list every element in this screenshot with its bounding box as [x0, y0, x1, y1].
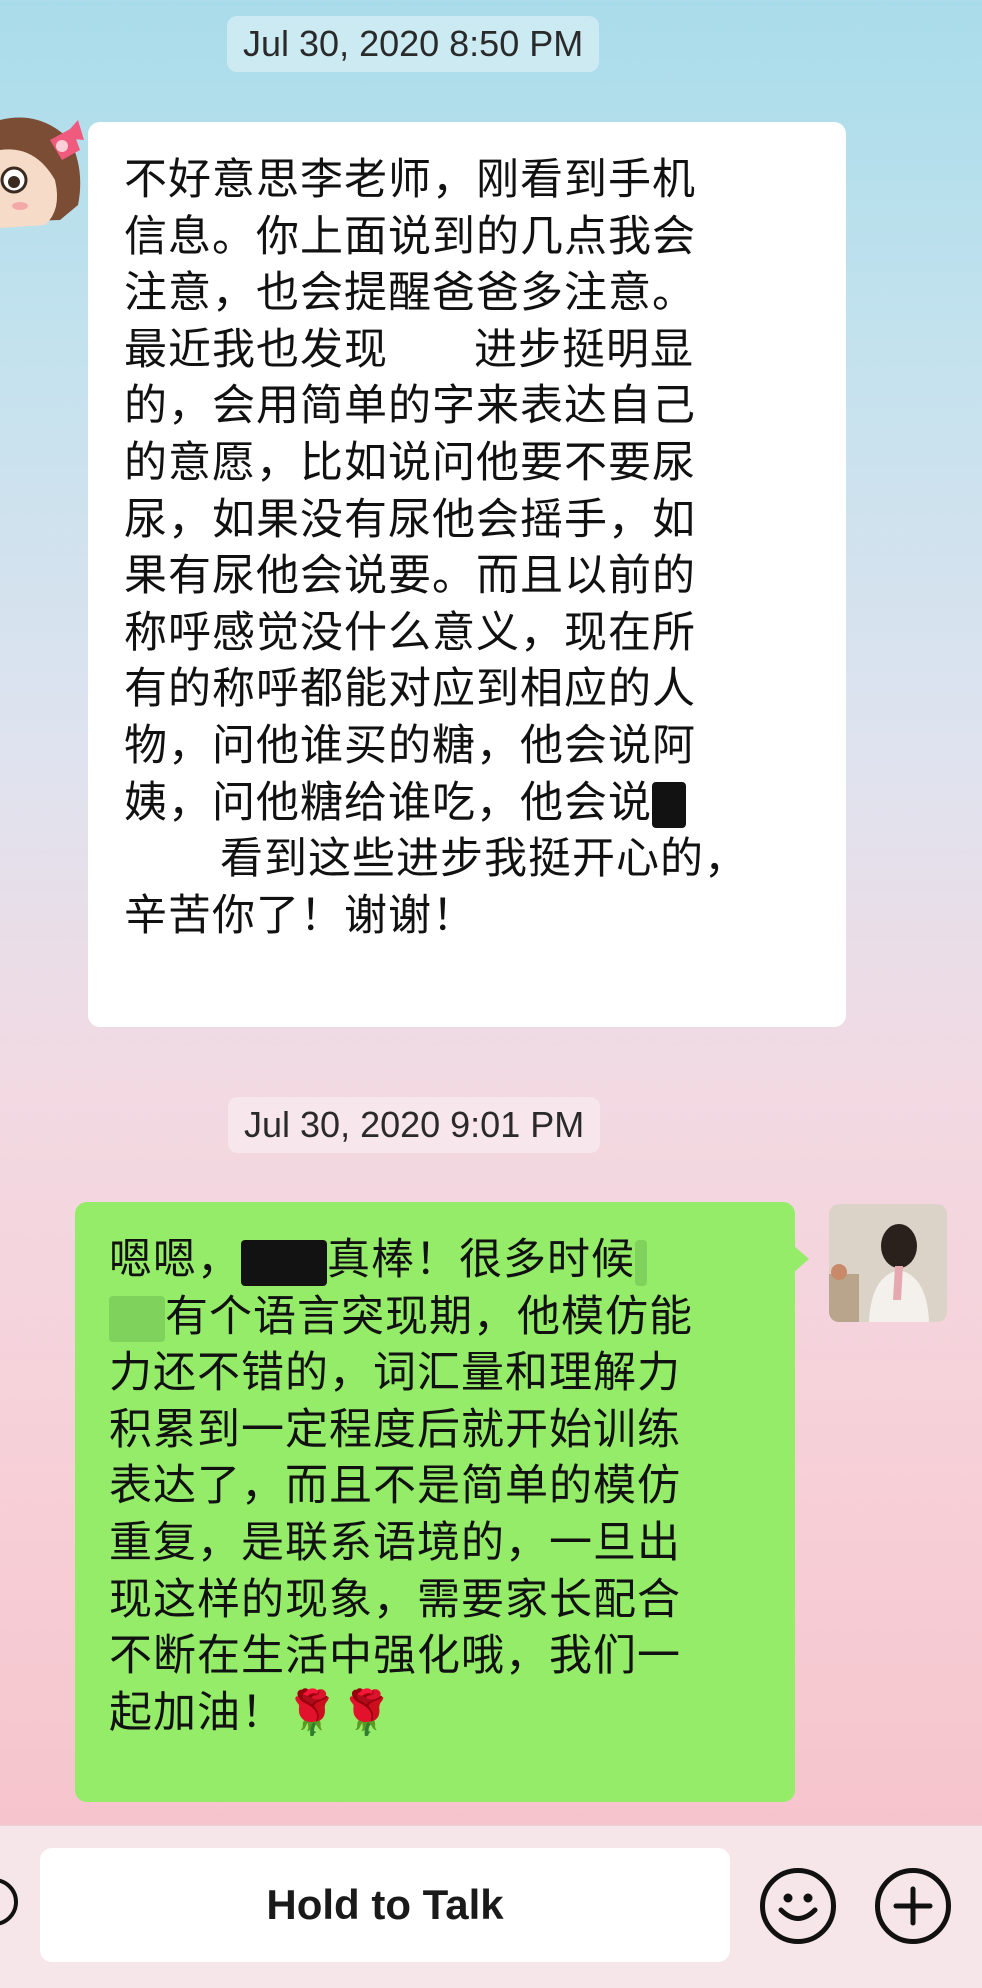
message-line: 重复，是联系语境的，一旦出	[109, 1517, 681, 1568]
message-line: 嗯嗯， 真棒！很多时候	[109, 1232, 765, 1289]
message-line: 力还不错的，词汇量和理解力	[109, 1348, 681, 1399]
chat-area[interactable]: Jul 30, 2020 8:50 PM 不好意思李老师，刚看到手机 信息。你上…	[0, 0, 982, 1825]
message-fragment: 有个语言突现期，他模仿能	[165, 1291, 693, 1342]
redacted-text	[109, 1296, 165, 1343]
contact-avatar[interactable]	[0, 110, 86, 270]
message-fragment: 最近我也发现	[124, 324, 388, 375]
my-avatar[interactable]	[829, 1204, 947, 1322]
timestamp: Jul 30, 2020 9:01 PM	[228, 1097, 601, 1153]
message-line: 注意，也会提醒爸爸多注意。	[124, 268, 696, 319]
message-line: 的意愿，比如说问他要不要尿	[124, 437, 696, 488]
message-line: 姨，问他糖给谁吃，他会说	[124, 775, 816, 832]
message-fragment: 嗯嗯，	[109, 1235, 241, 1285]
message-line: 看到这些进步我挺开心的，	[124, 831, 816, 888]
message-line: 不断在生活中强化哦，我们一	[109, 1631, 681, 1682]
redacted-name	[388, 329, 474, 376]
message-fragment: 起加油！	[109, 1687, 285, 1738]
message-line: 辛苦你了！谢谢！	[124, 890, 476, 941]
message-line: 不好意思李老师，刚看到手机	[124, 155, 696, 205]
message-line: 物，问他谁买的糖，他会说阿	[124, 720, 696, 771]
message-line: 尿，如果没有尿他会摇手，如	[124, 494, 696, 545]
message-fragment: 看到这些进步我挺开心的，	[220, 834, 748, 885]
add-icon	[893, 1886, 933, 1926]
hold-to-talk-button[interactable]: Hold to Talk	[40, 1848, 730, 1962]
message-line: 最近我也发现 进步挺明显	[124, 322, 816, 379]
smiley-icon	[778, 1893, 818, 1921]
incoming-message-bubble[interactable]: 不好意思李老师，刚看到手机 信息。你上面说到的几点我会 注意，也会提醒爸爸多注意…	[88, 122, 846, 1027]
message-line: 称呼感觉没什么意义，现在所	[124, 607, 696, 658]
outgoing-message-bubble[interactable]: 嗯嗯， 真棒！很多时候 有个语言突现期，他模仿能 力还不错的，词汇量和理解力 积累…	[75, 1202, 809, 1802]
message-line: 的，会用简单的字来表达自己	[124, 381, 696, 432]
rose-emoji: 🌹🌹	[285, 1687, 395, 1738]
message-line: 现这样的现象，需要家长配合	[109, 1574, 681, 1625]
redacted-name	[124, 838, 220, 885]
message-line: 积累到一定程度后就开始训练	[109, 1404, 681, 1455]
plus-icon[interactable]	[875, 1868, 951, 1944]
redacted-name	[241, 1239, 327, 1286]
message-line: 信息。你上面说到的几点我会	[124, 211, 696, 262]
message-fragment: 姨，问他糖给谁吃，他会说	[124, 777, 652, 828]
message-fragment: 真棒！很多时候	[327, 1235, 635, 1285]
message-line: 表达了，而且不是简单的模仿	[109, 1461, 681, 1512]
message-line: 有个语言突现期，他模仿能	[109, 1289, 765, 1346]
cartoon-girl-icon	[0, 117, 84, 228]
message-line: 起加油！🌹🌹	[109, 1685, 765, 1742]
message-line: 有的称呼都能对应到相应的人	[124, 664, 696, 715]
voice-icon[interactable]	[0, 1878, 18, 1926]
message-fragment: 进步挺明显	[474, 324, 694, 375]
redacted-name	[652, 782, 686, 829]
message-line: 果有尿他会说要。而且以前的	[124, 551, 696, 602]
profile-photo-icon	[829, 1204, 947, 1322]
timestamp: Jul 30, 2020 8:50 PM	[227, 16, 600, 72]
emoji-icon[interactable]	[760, 1868, 836, 1944]
redacted-text	[635, 1239, 647, 1286]
